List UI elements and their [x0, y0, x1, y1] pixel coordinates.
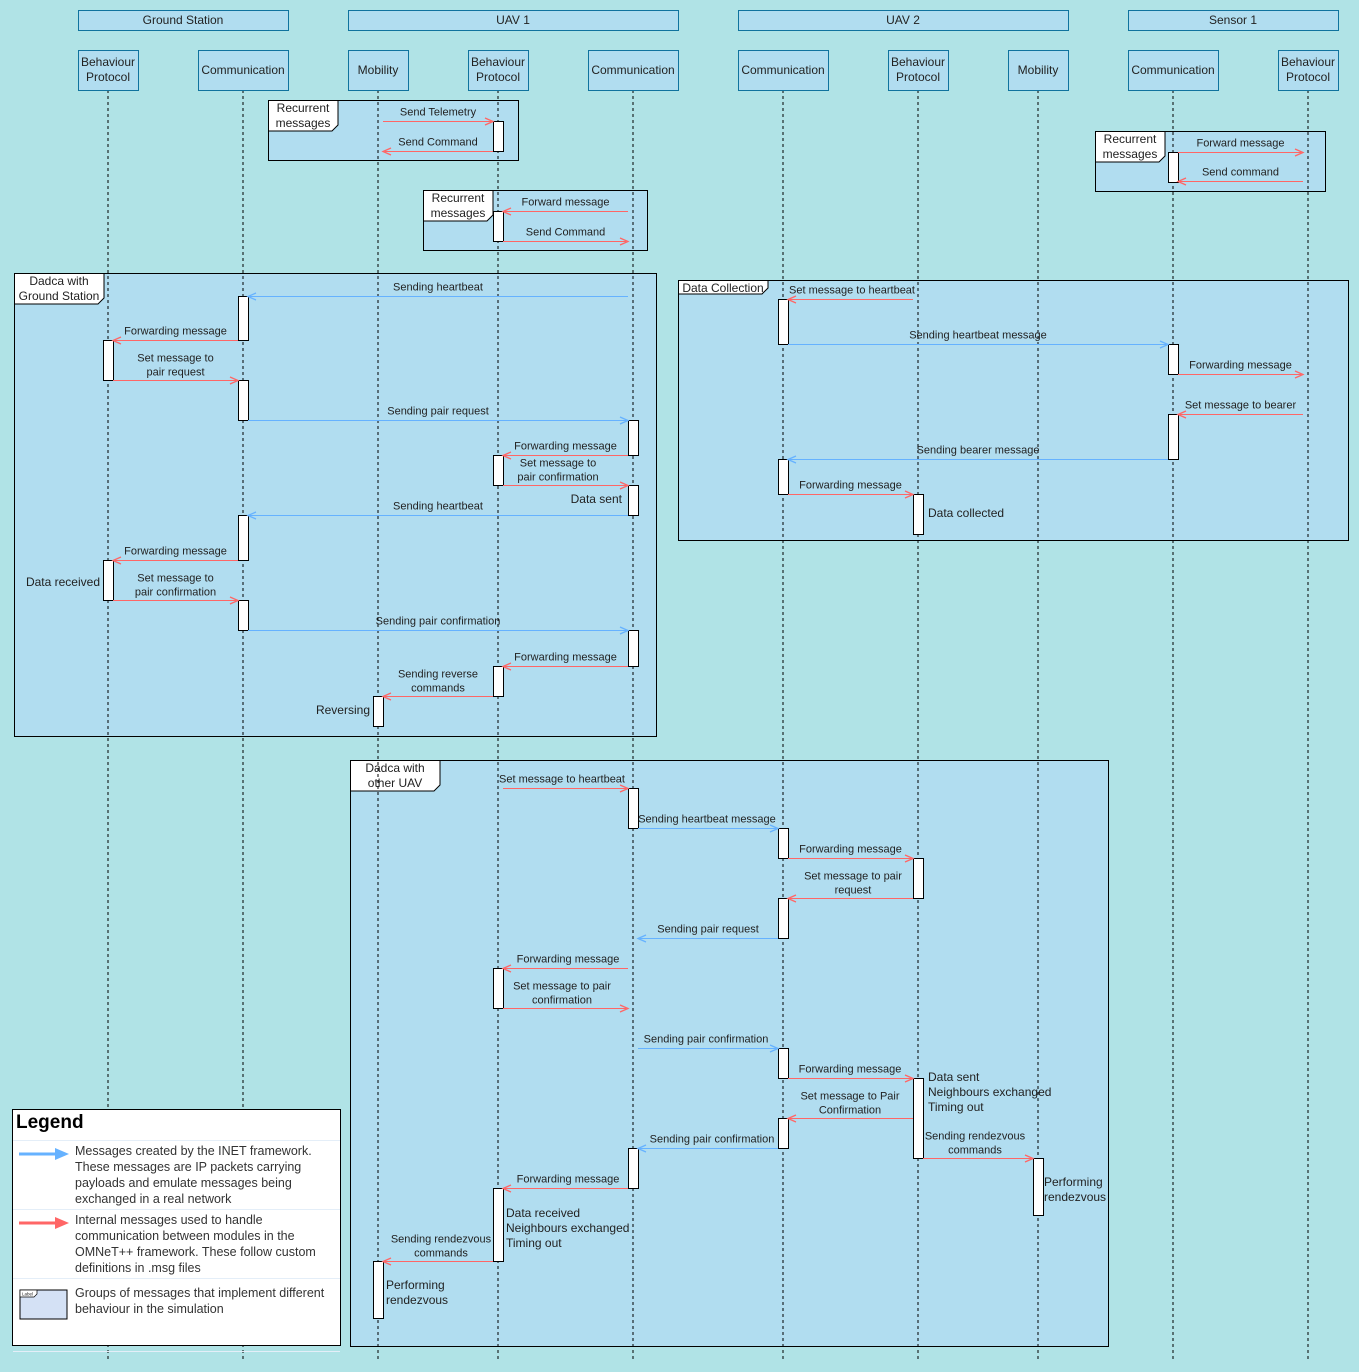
participant-label: Behaviour Protocol — [471, 55, 525, 84]
message-label: Forward message — [1196, 138, 1284, 150]
activation-bar — [103, 340, 114, 381]
participant-label: Behaviour Protocol — [81, 55, 135, 84]
participant-label: Communication — [201, 63, 284, 77]
activation-bar — [778, 299, 789, 345]
legend: Legend Messages created by the INET fram… — [12, 1109, 341, 1352]
message-label: Sending pair request — [657, 924, 759, 936]
activation-bar — [628, 788, 639, 829]
activation-bar — [778, 1048, 789, 1079]
message-label: Send Command — [398, 137, 478, 149]
message-label: Forwarding message — [799, 1064, 902, 1076]
activation-bar — [493, 1188, 504, 1262]
message-label: Send command — [1202, 167, 1279, 179]
activation-bar — [628, 1148, 639, 1189]
activation-bar — [778, 1118, 789, 1149]
legend-item-internal: Internal messages used to handle communi… — [13, 1210, 340, 1279]
activation-bar — [913, 1078, 924, 1159]
activation-bar — [238, 515, 249, 561]
message-label: Forwarding message — [124, 546, 227, 558]
activation-bar — [1168, 152, 1179, 183]
participant-label: Communication — [591, 63, 674, 77]
group-header-label: Sensor 1 — [1209, 13, 1257, 27]
red-arrow-icon — [19, 1217, 69, 1229]
message-label: Send Command — [526, 227, 606, 239]
state-note: Data sent — [571, 492, 623, 506]
activation-bar — [913, 494, 924, 535]
activation-bar — [238, 380, 249, 421]
activation-bar — [238, 296, 249, 341]
activation-bar — [103, 560, 114, 601]
group-header-label: Ground Station — [143, 13, 224, 27]
activation-bar — [493, 968, 504, 1009]
message-label: Forwarding message — [1189, 360, 1292, 372]
message-label: Sending pair confirmation — [650, 1134, 775, 1146]
frame-label: Dadca with Ground Station — [19, 274, 100, 303]
group-header-label: UAV 2 — [886, 13, 920, 27]
activation-bar — [1168, 414, 1179, 460]
activation-bar — [778, 828, 789, 859]
activation-bar — [778, 898, 789, 939]
state-note: Data collected — [928, 506, 1004, 520]
activation-bar — [373, 1261, 384, 1319]
frame-label: Recurrent messages — [431, 191, 486, 220]
participant-label: Communication — [741, 63, 824, 77]
message-label: Sending heartbeat message — [909, 330, 1047, 342]
activation-bar — [628, 485, 639, 516]
activation-bar — [628, 420, 639, 456]
activation-bar — [1033, 1158, 1044, 1216]
message-label: Forwarding message — [514, 652, 617, 664]
participant-label: Behaviour Protocol — [1281, 55, 1335, 84]
group-header-label: UAV 1 — [496, 13, 530, 27]
message-label: Sending bearer message — [917, 445, 1040, 457]
legend-item-inet: Messages created by the INET framework. … — [13, 1141, 340, 1210]
state-note: Data received — [26, 575, 100, 589]
participant-label: Communication — [1131, 63, 1214, 77]
message-label: Forwarding message — [799, 844, 902, 856]
message-label: Sending heartbeat message — [638, 814, 776, 826]
message-label: Forwarding message — [799, 480, 902, 492]
activation-bar — [778, 459, 789, 495]
legend-item-group: Label Groups of messages that implement … — [13, 1279, 340, 1352]
message-label: Sending heartbeat — [393, 501, 483, 513]
frame-label: Recurrent messages — [1103, 132, 1158, 161]
activation-bar — [493, 666, 504, 697]
activation-bar — [1168, 344, 1179, 375]
activation-bar — [493, 455, 504, 486]
message-label: Set message to heartbeat — [789, 285, 915, 297]
svg-text:Label: Label — [22, 1292, 33, 1297]
message-label: Forwarding message — [514, 441, 617, 453]
message-label: Set message to heartbeat — [499, 774, 625, 786]
message-label: Forward message — [521, 197, 609, 209]
frame-label: Data Collection — [682, 281, 763, 295]
activation-bar — [238, 600, 249, 631]
state-note: Reversing — [316, 703, 370, 717]
group-frame-icon: Label — [19, 1289, 68, 1320]
message-label: Sending pair request — [387, 406, 489, 418]
message-label: Set message to bearer — [1185, 400, 1297, 412]
frame-label: Dadca with other UAV — [365, 761, 424, 790]
activation-bar — [628, 630, 639, 667]
participant-label: Behaviour Protocol — [891, 55, 945, 84]
legend-title: Legend — [13, 1110, 340, 1141]
state-note: Performing rendezvous — [1044, 1175, 1106, 1204]
message-label: Forwarding message — [517, 1174, 620, 1186]
message-label: Send Telemetry — [400, 107, 477, 119]
message-label: Sending pair confirmation — [376, 616, 501, 628]
message-label: Sending pair confirmation — [644, 1034, 769, 1046]
activation-bar — [373, 696, 384, 727]
activation-bar — [913, 858, 924, 899]
message-label: Sending heartbeat — [393, 282, 483, 294]
message-label: Forwarding message — [124, 326, 227, 338]
activation-bar — [493, 211, 504, 242]
participant-label: Mobility — [358, 63, 399, 77]
frame-label: Recurrent messages — [276, 101, 331, 130]
state-note: Performing rendezvous — [386, 1278, 448, 1307]
participant-label: Mobility — [1018, 63, 1059, 77]
message-label: Forwarding message — [517, 954, 620, 966]
blue-arrow-icon — [19, 1148, 69, 1160]
activation-bar — [493, 121, 504, 152]
